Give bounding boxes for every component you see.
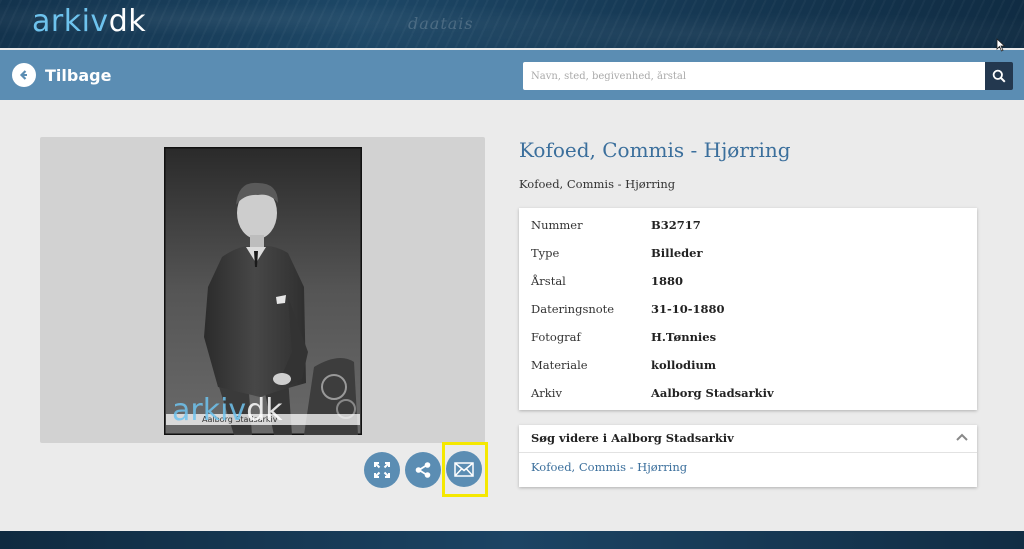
detail-label: Nummer: [531, 218, 583, 232]
portrait-photo-image: [164, 147, 362, 435]
watermark-text-dk: dk: [246, 393, 283, 428]
back-label: Tilbage: [45, 65, 112, 85]
record-title: Kofoed, Commis - Hjørring: [519, 138, 791, 162]
detail-label: Årstal: [531, 274, 566, 288]
fullscreen-button[interactable]: [364, 452, 400, 488]
detail-label: Arkiv: [531, 386, 562, 400]
detail-row-type: Type Billeder: [531, 246, 971, 262]
envelope-icon: [454, 461, 474, 477]
search-button[interactable]: [985, 62, 1013, 90]
email-button[interactable]: [446, 451, 482, 487]
arrow-left-circle-icon: [12, 63, 36, 87]
search-more-panel: Søg videre i Aalborg Stadsarkiv Kofoed, …: [519, 425, 977, 487]
record-subtitle: Kofoed, Commis - Hjørring: [519, 177, 676, 191]
logo-text-dk: dk: [108, 4, 147, 39]
detail-value: Aalborg Stadsarkiv: [651, 386, 774, 400]
panel-divider: [519, 452, 977, 453]
search-input[interactable]: [523, 62, 985, 90]
mouse-cursor-icon: [996, 38, 1006, 52]
detail-row-materiale: Materiale kollodium: [531, 358, 971, 374]
detail-row-aarstal: Årstal 1880: [531, 274, 971, 290]
share-button[interactable]: [405, 452, 441, 488]
banner-script-text: daatais: [408, 14, 474, 33]
expand-icon: [374, 462, 390, 478]
detail-row-nummer: Nummer B32717: [531, 218, 971, 234]
page-footer: [0, 531, 1024, 549]
archive-photo[interactable]: [164, 147, 362, 435]
detail-value: 31-10-1880: [651, 302, 725, 316]
search-more-heading: Søg videre i Aalborg Stadsarkiv: [531, 431, 734, 445]
site-logo[interactable]: arkivdk: [32, 4, 146, 39]
detail-value: B32717: [651, 218, 701, 232]
detail-row-arkiv: Arkiv Aalborg Stadsarkiv: [531, 386, 971, 402]
detail-label: Type: [531, 246, 560, 260]
logo-text-arkiv: arkiv: [32, 4, 109, 39]
top-banner: arkivdk daatais: [0, 0, 1024, 48]
detail-row-dateringsnote: Dateringsnote 31-10-1880: [531, 302, 971, 318]
detail-value: Billeder: [651, 246, 703, 260]
detail-value: 1880: [651, 274, 684, 288]
record-details-card: Nummer B32717 Type Billeder Årstal 1880 …: [519, 208, 977, 410]
search-icon: [992, 69, 1006, 83]
back-button[interactable]: Tilbage: [12, 63, 111, 87]
detail-label: Fotograf: [531, 330, 581, 344]
photo-watermark: arkivdk: [172, 396, 283, 426]
share-icon: [415, 462, 431, 478]
detail-label: Materiale: [531, 358, 588, 372]
search-more-link[interactable]: Kofoed, Commis - Hjørring: [531, 460, 687, 474]
watermark-text-arkiv: arkiv: [172, 393, 247, 428]
detail-row-fotograf: Fotograf H.Tønnies: [531, 330, 971, 346]
chevron-up-icon[interactable]: [955, 431, 969, 443]
detail-value: kollodium: [651, 358, 716, 372]
detail-value: H.Tønnies: [651, 330, 717, 344]
detail-label: Dateringsnote: [531, 302, 615, 316]
